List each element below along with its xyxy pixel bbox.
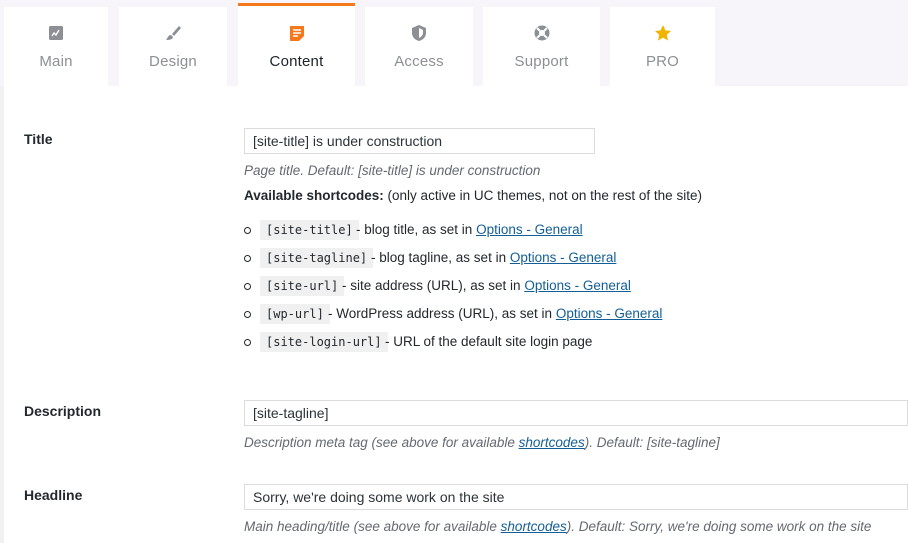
shortcode: [site-title]	[260, 220, 359, 240]
tab-bar: Main Design Content Access Support PRO	[0, 0, 908, 86]
shortcode-description: - blog title, as set in Options - Genera…	[356, 222, 583, 237]
shortcodes-link[interactable]: shortcodes	[519, 435, 585, 450]
shortcode-text: - blog title, as set in	[356, 222, 477, 237]
available-shortcodes-note: (only active in UC themes, not on the re…	[383, 188, 702, 203]
options-general-link[interactable]: Options - General	[556, 306, 663, 321]
shortcode: [wp-url]	[260, 304, 330, 324]
description-label: Description	[24, 403, 102, 419]
star-icon	[654, 24, 672, 42]
options-general-link[interactable]: Options - General	[510, 250, 617, 265]
shortcode-description: - blog tagline, as set in Options - Gene…	[371, 250, 616, 265]
bullet-icon	[244, 227, 251, 234]
shortcode-text: - site address (URL), as set in	[342, 278, 525, 293]
shortcodes-link[interactable]: shortcodes	[501, 519, 567, 534]
tab-label: Design	[149, 53, 197, 70]
tab-main[interactable]: Main	[4, 7, 108, 86]
available-shortcodes-heading: Available shortcodes:	[244, 188, 384, 203]
shortcode-text: - WordPress address (URL), as set in	[328, 306, 556, 321]
headline-help: Main heading/title (see above for availa…	[244, 519, 871, 534]
shortcode-description: - site address (URL), as set in Options …	[342, 278, 631, 293]
tab-label: PRO	[645, 53, 680, 70]
tab-content[interactable]: Content	[238, 3, 355, 86]
tab-support[interactable]: Support	[483, 7, 600, 86]
dashboard-icon	[47, 24, 65, 42]
tab-label: Access	[394, 53, 444, 70]
description-input[interactable]	[244, 400, 908, 426]
shield-icon	[410, 24, 428, 42]
help-text: ). Default: [site-tagline]	[584, 435, 720, 450]
content-settings-panel: Title Page title. Default: [site-title] …	[4, 86, 908, 543]
lifebuoy-icon	[533, 24, 551, 42]
tab-pro[interactable]: PRO	[610, 7, 715, 86]
tab-label: Main	[39, 53, 73, 70]
bullet-icon	[244, 311, 251, 318]
shortcode-description: - WordPress address (URL), as set in Opt…	[328, 306, 662, 321]
headline-label: Headline	[24, 487, 83, 503]
bullet-icon	[244, 255, 251, 262]
tab-label: Support	[514, 53, 569, 70]
help-text: Main heading/title (see above for availa…	[244, 519, 501, 534]
help-text: Description meta tag (see above for avai…	[244, 435, 519, 450]
title-label: Title	[24, 131, 53, 147]
tab-access[interactable]: Access	[365, 7, 473, 86]
title-input[interactable]	[244, 128, 595, 154]
document-icon	[288, 24, 306, 42]
title-description: Page title. Default: [site-title] is und…	[244, 163, 541, 178]
shortcode-description: - URL of the default site login page	[385, 334, 593, 349]
brush-icon	[164, 24, 182, 42]
options-general-link[interactable]: Options - General	[524, 278, 631, 293]
bullet-icon	[244, 339, 251, 346]
help-text: ). Default: Sorry, we're doing some work…	[566, 519, 872, 534]
shortcode: [site-tagline]	[260, 248, 374, 268]
shortcode: [site-url]	[260, 276, 345, 296]
bullet-icon	[244, 283, 251, 290]
description-help: Description meta tag (see above for avai…	[244, 435, 720, 450]
tab-label: Content	[269, 53, 324, 70]
headline-input[interactable]	[244, 484, 908, 510]
available-shortcodes: Available shortcodes: (only active in UC…	[244, 188, 702, 203]
shortcode-text: - blog tagline, as set in	[371, 250, 510, 265]
shortcode: [site-login-url]	[260, 332, 388, 352]
options-general-link[interactable]: Options - General	[476, 222, 583, 237]
tab-design[interactable]: Design	[119, 7, 227, 86]
